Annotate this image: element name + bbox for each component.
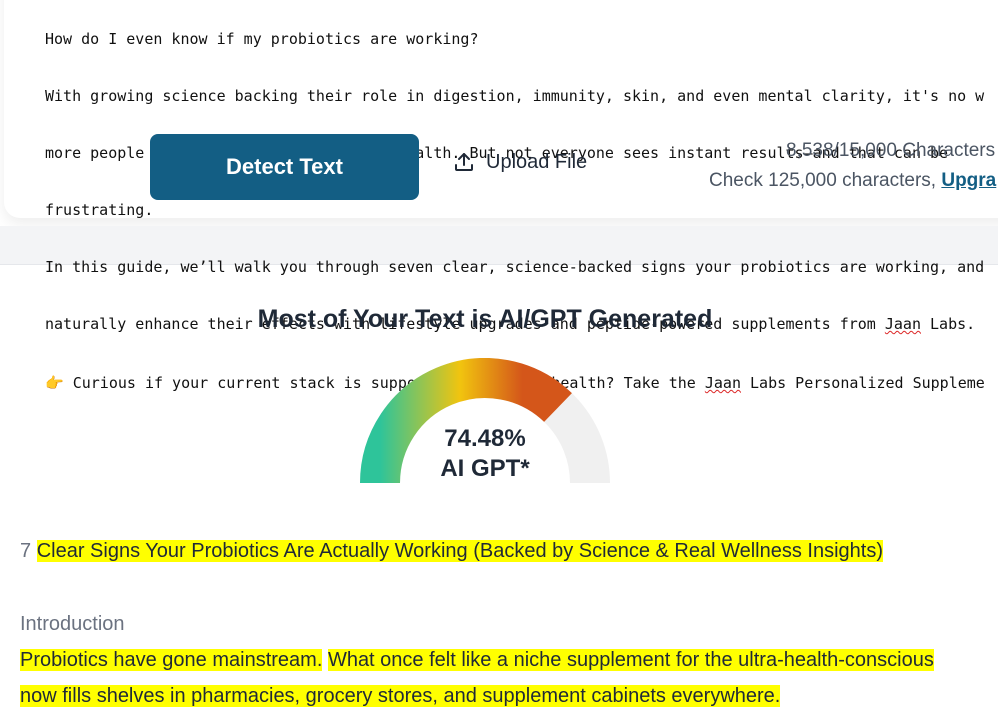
upgrade-link[interactable]: Upgra bbox=[941, 170, 996, 191]
result-title: Most of Your Text is AI/GPT Generated bbox=[257, 305, 713, 333]
analysis-paragraph-line: Probiotics have gone mainstream. What on… bbox=[20, 649, 934, 672]
ai-percentage: 74.48% bbox=[444, 425, 526, 452]
pointing-hand-icon: 👉 bbox=[45, 374, 64, 392]
upload-file-button[interactable]: Upload File bbox=[452, 150, 587, 174]
text-line: With growing science backing their role … bbox=[45, 87, 985, 105]
text-line: frustrating. bbox=[45, 201, 154, 219]
text-line: How do I even know if my probiotics are … bbox=[45, 30, 479, 48]
highlighted-sentence: Clear Signs Your Probiotics Are Actually… bbox=[36, 540, 884, 562]
upgrade-notice: Check 125,000 characters, Upgra bbox=[709, 170, 996, 192]
text-segment: Labs Personalized Suppleme bbox=[741, 374, 985, 392]
detect-text-button[interactable]: Detect Text bbox=[150, 134, 419, 200]
highlighted-sentence: now fills shelves in pharmacies, grocery… bbox=[20, 685, 781, 707]
spellcheck-word: Jaan bbox=[704, 374, 741, 392]
text-line: In this guide, we’ll walk you through se… bbox=[45, 258, 985, 276]
upgrade-notice-text: Check 125,000 characters, bbox=[709, 170, 942, 191]
analysis-heading: 7 Clear Signs Your Probiotics Are Actual… bbox=[20, 540, 884, 563]
analysis-paragraph-line: now fills shelves in pharmacies, grocery… bbox=[20, 685, 781, 708]
text-input-area[interactable]: How do I even know if my probiotics are … bbox=[45, 0, 998, 413]
heading-number: 7 bbox=[20, 540, 32, 562]
highlighted-sentence: Probiotics have gone mainstream. bbox=[20, 649, 323, 671]
highlighted-sentence: What once felt like a niche supplement f… bbox=[327, 649, 934, 671]
ai-label: AI GPT* bbox=[440, 455, 530, 482]
upload-icon bbox=[455, 153, 473, 171]
gauge-readout: 74.48% AI GPT* bbox=[385, 424, 585, 484]
character-count: 8,538/15,000 Characters bbox=[786, 140, 996, 161]
upload-file-label: Upload File bbox=[486, 150, 588, 173]
intro-label: Introduction bbox=[20, 613, 125, 635]
